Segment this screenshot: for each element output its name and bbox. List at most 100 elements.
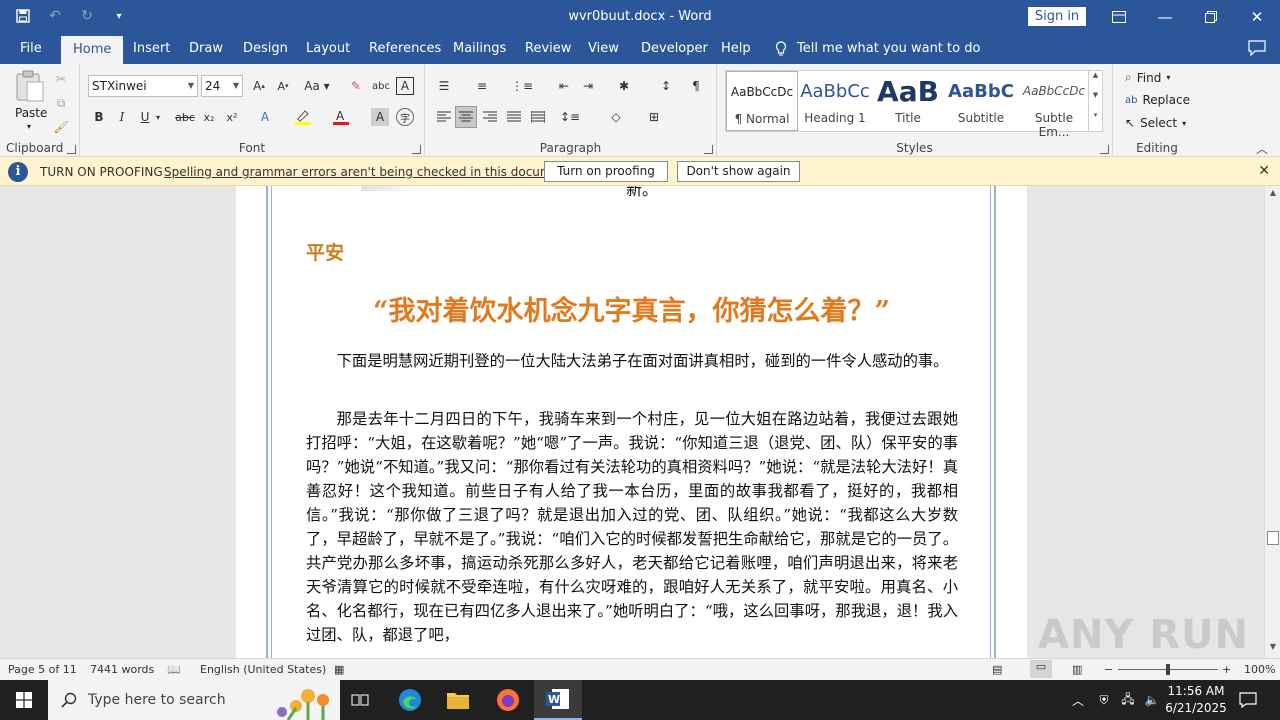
notification-icon[interactable] xyxy=(1228,680,1268,720)
bold-icon[interactable]: B xyxy=(88,106,110,128)
character-shading-icon[interactable]: A xyxy=(371,108,389,126)
close-message-icon[interactable]: ✕ xyxy=(1258,163,1270,179)
restore-icon[interactable] xyxy=(1188,0,1234,34)
zoom-in-icon[interactable]: + xyxy=(1222,663,1231,676)
select-button[interactable]: ↖ Select ▾ xyxy=(1125,116,1186,130)
style-subtle-emphasis[interactable]: AaBbCcDc Subtle Em... xyxy=(1018,71,1090,139)
strikethrough-icon[interactable]: abc xyxy=(174,106,196,128)
collapse-ribbon-icon[interactable]: ︿ xyxy=(1256,140,1268,157)
show-hidden-icons[interactable]: ︿ xyxy=(1066,680,1090,720)
read-mode-icon[interactable]: ▤ xyxy=(992,663,1002,676)
bullets-icon[interactable]: ☰ xyxy=(433,75,455,97)
decrease-indent-icon[interactable]: ⇤ xyxy=(553,75,575,97)
copy-icon[interactable]: ⧉ xyxy=(50,92,72,114)
cut-icon[interactable]: ✂ xyxy=(50,68,72,90)
turn-on-proofing-button[interactable]: Turn on proofing xyxy=(544,161,668,182)
paragraph-launcher-icon[interactable] xyxy=(704,145,713,154)
align-right-icon[interactable] xyxy=(479,106,501,128)
paste-button[interactable]: Paste ▾ xyxy=(12,70,48,131)
shading-icon[interactable]: ◇ xyxy=(605,106,627,128)
tab-layout[interactable]: Layout xyxy=(302,34,354,64)
vertical-scrollbar[interactable]: ▲ ▼ xyxy=(1264,186,1280,658)
tab-draw[interactable]: Draw xyxy=(185,34,227,64)
enclose-characters-icon[interactable]: 字 xyxy=(396,108,414,126)
tab-help[interactable]: Help xyxy=(717,34,755,64)
clipboard-launcher-icon[interactable] xyxy=(67,145,76,154)
firefox-icon[interactable] xyxy=(484,680,532,720)
numbering-icon[interactable]: ≡ xyxy=(471,75,493,97)
document-page[interactable]: 新。 平安 “我对着饮水机念九字真言，你猜怎么着？” 下面是明慧网近期刊登的一位… xyxy=(236,186,1027,658)
shrink-font-icon[interactable]: A ▾ xyxy=(272,75,294,97)
edge-icon[interactable] xyxy=(386,680,434,720)
tab-references[interactable]: References xyxy=(365,34,445,64)
styles-scroll-down-icon[interactable]: ▼ xyxy=(1088,91,1102,111)
find-button[interactable]: ⌕ Find ▾ xyxy=(1125,70,1170,85)
tab-home[interactable]: Home xyxy=(61,36,124,64)
clear-formatting-icon[interactable]: ✎ xyxy=(345,75,367,97)
close-icon[interactable]: ✕ xyxy=(1234,0,1280,34)
change-case-icon[interactable]: Aa ▾ xyxy=(302,75,332,97)
tab-mailings[interactable]: Mailings xyxy=(449,34,510,64)
phonetic-guide-icon[interactable]: abc xyxy=(370,75,392,97)
tab-insert[interactable]: Insert xyxy=(129,34,174,64)
system-clock[interactable]: 11:56 AM 6/21/2025 xyxy=(1164,683,1228,717)
font-name-combo[interactable]: STXinwei ▼ xyxy=(88,75,198,97)
styles-scroll-up-icon[interactable]: ▲ xyxy=(1088,71,1102,91)
tab-view[interactable]: View xyxy=(584,34,623,64)
font-color-icon[interactable]: A xyxy=(330,106,352,128)
zoom-out-icon[interactable]: − xyxy=(1104,663,1113,676)
zoom-level[interactable]: 100% xyxy=(1244,663,1275,676)
security-icon[interactable]: ⛨ xyxy=(1092,680,1116,720)
tab-developer[interactable]: Developer xyxy=(637,34,712,64)
volume-icon[interactable]: 🔈 xyxy=(1140,680,1164,720)
styles-more-icon[interactable]: ▾ xyxy=(1088,111,1102,131)
styles-launcher-icon[interactable] xyxy=(1100,145,1109,154)
align-center-icon[interactable] xyxy=(455,106,477,128)
font-launcher-icon[interactable] xyxy=(412,145,421,154)
style-normal[interactable]: AaBbCcDc ¶ Normal xyxy=(726,71,798,131)
justify-icon[interactable] xyxy=(503,106,525,128)
highlight-color-icon[interactable] xyxy=(292,106,314,128)
distributed-icon[interactable] xyxy=(527,106,549,128)
comments-icon[interactable] xyxy=(1248,40,1266,59)
multilevel-list-icon[interactable]: ⋮≡ xyxy=(511,75,533,97)
show-formatting-icon[interactable]: ¶ xyxy=(685,75,707,97)
sort-icon[interactable]: ↕ xyxy=(655,75,677,97)
task-view-icon[interactable] xyxy=(336,680,384,720)
tab-file[interactable]: File xyxy=(16,34,46,64)
scroll-thumb[interactable] xyxy=(1267,531,1279,545)
style-subtitle[interactable]: AaBbC Subtitle xyxy=(945,71,1017,131)
sign-in-button[interactable]: Sign in xyxy=(1028,7,1086,26)
replace-button[interactable]: ab Replace xyxy=(1125,93,1190,107)
word-count[interactable]: 7441 words xyxy=(90,663,154,676)
borders-icon[interactable]: ⊞ xyxy=(643,106,665,128)
start-button[interactable] xyxy=(0,680,48,720)
chevron-down-icon[interactable]: ▾ xyxy=(152,106,164,128)
font-size-combo[interactable]: 24 ▼ xyxy=(201,75,243,97)
page-counter[interactable]: Page 5 of 11 xyxy=(8,663,77,676)
line-spacing-icon[interactable]: ↕≡ xyxy=(559,106,581,128)
zoom-slider-thumb[interactable] xyxy=(1166,664,1170,675)
subscript-icon[interactable]: x₂ xyxy=(198,106,220,128)
grow-font-icon[interactable]: A ▴ xyxy=(248,75,270,97)
dont-show-again-button[interactable]: Don't show again xyxy=(677,161,800,182)
format-painter-icon[interactable]: 🖌 xyxy=(50,116,72,138)
taskbar-search[interactable]: Type here to search xyxy=(48,680,340,720)
text-effects-icon[interactable]: A xyxy=(254,106,276,128)
ribbon-display-options-icon[interactable] xyxy=(1096,0,1142,34)
proofing-status-icon[interactable]: 📖 xyxy=(167,663,181,676)
tab-design[interactable]: Design xyxy=(239,34,292,64)
style-title[interactable]: AaB Title xyxy=(872,71,944,131)
superscript-icon[interactable]: x² xyxy=(221,106,243,128)
minimize-icon[interactable]: — xyxy=(1142,0,1188,34)
scroll-up-icon[interactable]: ▲ xyxy=(1265,188,1280,202)
network-icon[interactable]: 🖧 xyxy=(1116,680,1140,720)
file-explorer-icon[interactable] xyxy=(434,680,482,720)
macro-record-icon[interactable]: ▦ xyxy=(334,663,344,676)
language-status[interactable]: English (United States) xyxy=(200,663,326,676)
word-taskbar-icon[interactable]: W xyxy=(534,680,582,720)
scroll-down-icon[interactable]: ▼ xyxy=(1265,642,1280,656)
tell-me-search[interactable]: Tell me what you want to do xyxy=(775,34,980,64)
asian-layout-icon[interactable]: ✱ xyxy=(613,75,635,97)
print-layout-icon[interactable]: ▭ xyxy=(1030,660,1052,678)
